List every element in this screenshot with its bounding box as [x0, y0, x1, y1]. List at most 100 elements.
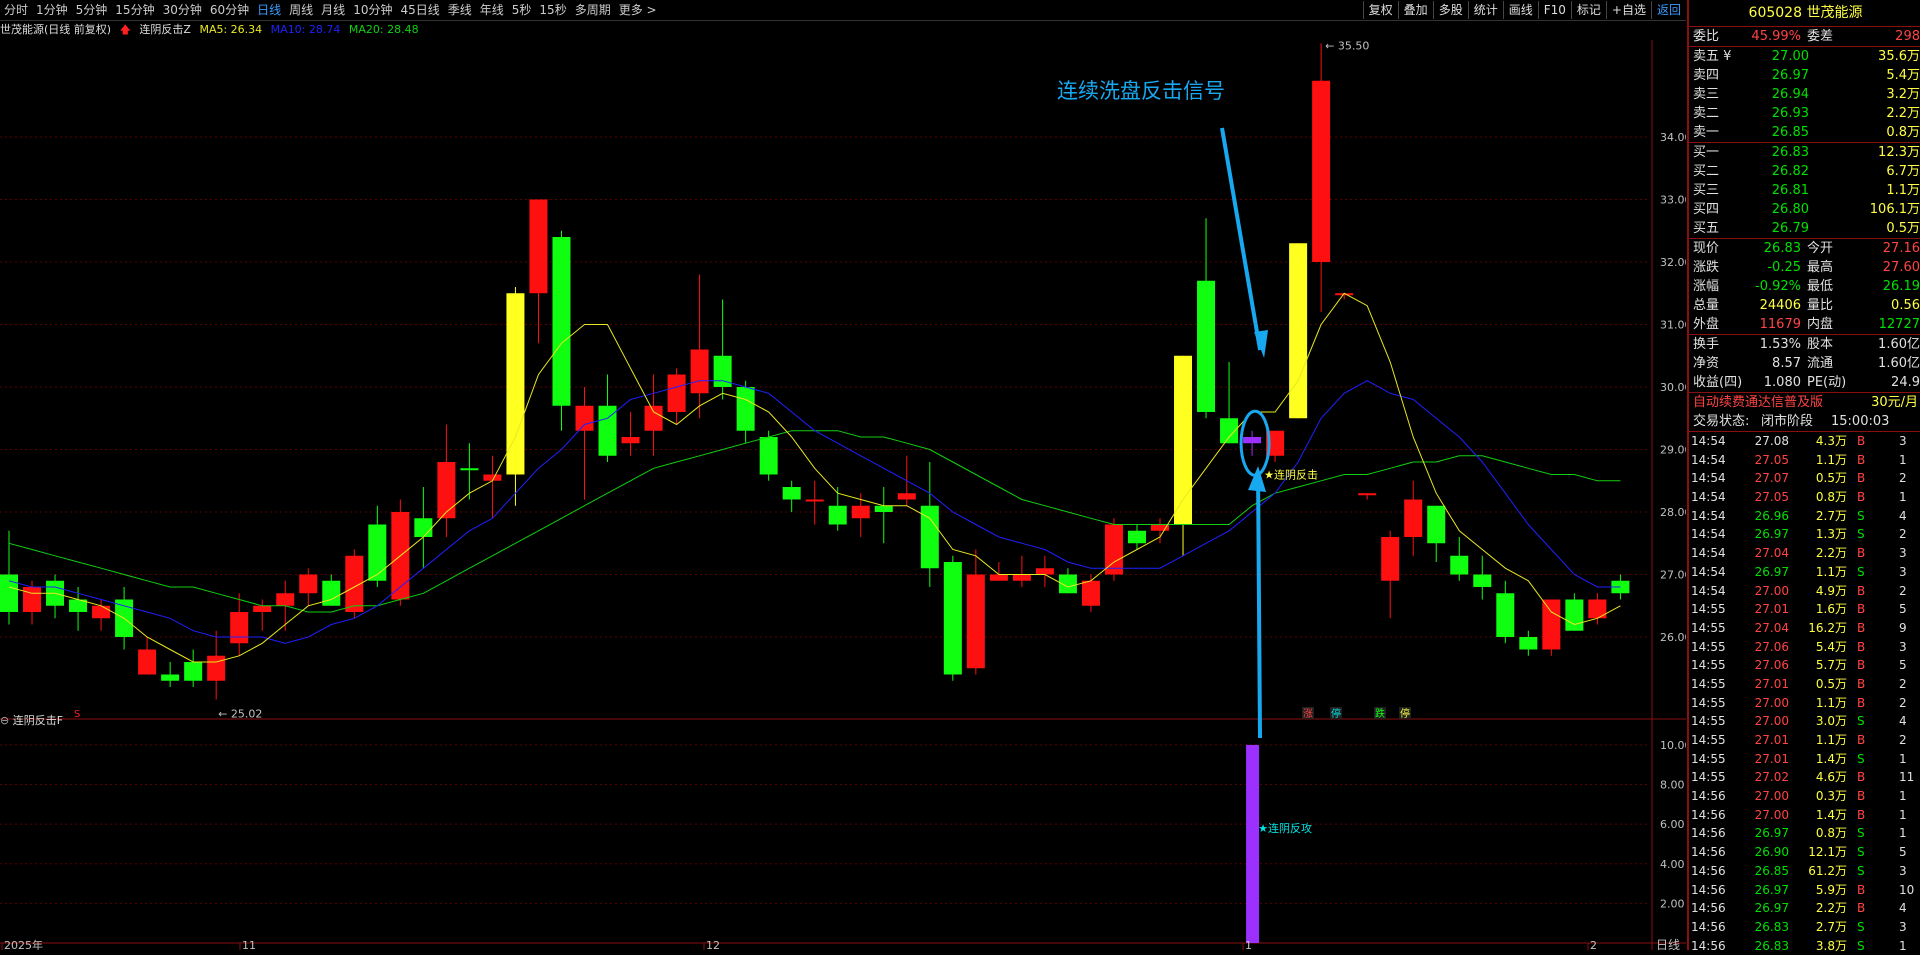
asks-row[interactable]: 卖四 26.97 5.4万 [1689, 66, 1920, 85]
tick-count: 11 [1899, 770, 1915, 785]
period-tab-2[interactable]: 5分钟 [72, 0, 112, 20]
fundamental-stats: 换手 1.53% 股本 1.60亿 净资 8.57 流通 1.60亿 收益(四) 1.080 PE(… [1689, 334, 1920, 392]
period-tab-10[interactable]: 45日线 [396, 0, 443, 20]
tick-volume: 5.4万 [1815, 639, 1847, 654]
asks-row[interactable]: 卖三 26.94 3.2万 [1689, 85, 1920, 104]
toolbar-button-6[interactable]: 标记 [1570, 1, 1606, 19]
quote-value: 24406 [1759, 298, 1801, 313]
price-tick-label: 30.00 [1660, 381, 1686, 394]
zt-tag-label: 停 [1331, 707, 1341, 720]
period-tab-4[interactable]: 30分钟 [159, 0, 206, 20]
weicha-label: 委差 [1807, 29, 1834, 44]
asks-row[interactable]: 卖一 26.85 0.8万 [1689, 123, 1920, 142]
tick-list[interactable]: 14:54 27.08 4.3万 B 3 14:54 27.05 1.1万 B 1 14:54 27.… [1689, 431, 1920, 955]
period-tab-8[interactable]: 月线 [317, 0, 349, 20]
candle-body [1450, 555, 1469, 575]
toolbar-button-5[interactable]: F10 [1537, 1, 1571, 19]
tick-direction: B [1857, 471, 1866, 486]
bids-label: 买四 [1693, 202, 1720, 217]
asks-row[interactable]: 卖五 ¥ 27.00 35.6万 [1689, 47, 1920, 66]
ind-tick-label: 4.00 [1660, 858, 1685, 871]
period-tab-9[interactable]: 10分钟 [349, 0, 396, 20]
tick-row: 14:56 26.97 0.8万 S 1 [1689, 824, 1920, 843]
ma5-label: MA5: 26.34 [199, 23, 263, 36]
bids-row[interactable]: 买二 26.82 6.7万 [1689, 162, 1920, 181]
ad-price[interactable]: 30元/月 [1871, 393, 1918, 412]
toolbar-button-4[interactable]: 画线 [1502, 1, 1538, 19]
quote-value: 0.56 [1891, 298, 1920, 313]
price-tick-label: 33.00 [1660, 194, 1686, 207]
toolbar-button-0[interactable]: 复权 [1362, 1, 1398, 19]
tick-time: 14:54 [1691, 583, 1726, 598]
period-tab-16[interactable]: 更多 > [615, 0, 661, 20]
toolbar-button-3[interactable]: 统计 [1467, 1, 1503, 19]
toolbar-button-2[interactable]: 多股 [1432, 1, 1468, 19]
tick-count: 3 [1899, 434, 1907, 448]
fund-value: 1.080 [1763, 375, 1801, 390]
tick-time: 14:54 [1691, 490, 1726, 505]
tick-time: 14:55 [1691, 658, 1726, 673]
quote-label: 总量 [1693, 298, 1720, 313]
asks-volume: 5.4万 [1886, 68, 1920, 83]
tick-time: 14:55 [1691, 639, 1726, 654]
bids-price: 26.82 [1771, 164, 1809, 179]
candle-body [207, 655, 226, 681]
candle-body [368, 524, 387, 581]
candle-body [552, 237, 571, 406]
tick-direction: S [1857, 508, 1865, 523]
tick-time: 14:55 [1691, 602, 1726, 617]
ad-text[interactable]: 自动续费通达信普及版 [1693, 393, 1823, 412]
period-tab-14[interactable]: 15秒 [535, 0, 570, 20]
period-tab-13[interactable]: 5秒 [508, 0, 536, 20]
tick-price: 27.00 [1754, 695, 1789, 710]
tick-count: 1 [1899, 490, 1907, 505]
period-tab-1[interactable]: 1分钟 [32, 0, 72, 20]
asks-row[interactable]: 卖二 26.93 2.2万 [1689, 104, 1920, 123]
tick-volume: 3.0万 [1815, 714, 1847, 729]
tick-time: 14:56 [1691, 789, 1726, 804]
tick-count: 5 [1899, 845, 1907, 860]
tick-count: 1 [1899, 751, 1907, 766]
tick-count: 4 [1899, 901, 1907, 916]
bids-row[interactable]: 买五 26.79 0.5万 [1689, 219, 1920, 238]
period-tab-0[interactable]: 分时 [0, 0, 32, 20]
ad-banner[interactable]: 自动续费通达信普及版 30元/月 [1689, 392, 1920, 412]
bids-price: 26.81 [1771, 183, 1809, 198]
asks-price: 27.00 [1771, 49, 1809, 64]
ind-tick-label: 6.00 [1660, 818, 1685, 831]
tick-time: 14:54 [1691, 434, 1726, 448]
indicator-panel-title[interactable]: 连阴反击F [13, 714, 63, 727]
trade-status-row: 交易状态: 闭市阶段 15:00:03 [1689, 412, 1920, 431]
bids-row[interactable]: 买三 26.81 1.1万 [1689, 181, 1920, 200]
period-tab-3[interactable]: 15分钟 [111, 0, 158, 20]
weibi-value: 45.99% [1751, 29, 1801, 44]
period-tab-11[interactable]: 季线 [444, 0, 476, 20]
tick-row: 14:54 26.97 1.3万 S 2 [1689, 525, 1920, 544]
candle-body [897, 493, 916, 500]
period-tab-7[interactable]: 周线 [285, 0, 317, 20]
chart-legend: 世茂能源(日线 前复权) 🡅 连阴反击Z MA5: 26.34 MA10: 28… [0, 21, 424, 39]
tick-time: 14:55 [1691, 676, 1726, 691]
quote-value: -0.92% [1755, 279, 1801, 294]
tick-count: 3 [1899, 919, 1907, 934]
bids-row[interactable]: 买四 26.80 106.1万 [1689, 200, 1920, 219]
bids-volume: 1.1万 [1886, 183, 1920, 198]
period-tab-6[interactable]: 日线 [253, 0, 285, 20]
bids-row[interactable]: 买一 26.83 12.3万 [1689, 143, 1920, 162]
tick-price: 27.01 [1754, 733, 1789, 747]
toolbar-button-7[interactable]: +自选 [1605, 1, 1651, 19]
candle-body [782, 487, 801, 500]
period-tab-15[interactable]: 多周期 [571, 0, 615, 20]
quote-value: 26.19 [1882, 279, 1920, 294]
indicator-panel-icon[interactable]: ⊖ [0, 714, 9, 727]
toolbar-button-1[interactable]: 叠加 [1397, 1, 1433, 19]
tick-volume: 61.2万 [1808, 863, 1847, 878]
period-tab-12[interactable]: 年线 [476, 0, 508, 20]
toolbar-button-8[interactable]: 返回 [1650, 1, 1686, 19]
indicator-name[interactable]: 连阴反击Z [139, 23, 191, 36]
zt-tag-label: 跌 [1375, 707, 1385, 720]
period-tab-5[interactable]: 60分钟 [206, 0, 253, 20]
kline-chart[interactable]: 34.0033.0032.0031.0030.0029.0028.0027.00… [0, 40, 1686, 950]
min-price-label: ← 25.02 [218, 708, 262, 721]
tick-count: 9 [1899, 620, 1907, 635]
